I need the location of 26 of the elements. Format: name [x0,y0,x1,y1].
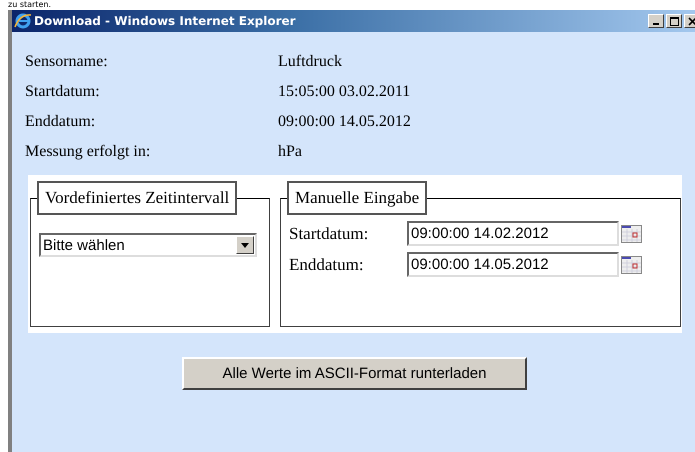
page-text: zu starten. [8,0,51,10]
info-value: Luftdruck [278,52,343,71]
date-field[interactable]: 09:00:00 14.02.2012 [407,221,619,246]
info-label: Enddatum: [25,112,96,131]
maximize-button[interactable] [666,14,682,28]
info-label: Sensorname: [25,52,109,71]
fieldset-legend: Manuelle Eingabe [287,181,428,215]
info-value: hPa [278,142,303,161]
fieldset-legend: Vordefiniertes Zeitintervall [37,181,238,215]
window-title: Download - Windows Internet Explorer [34,14,296,28]
info-label: Startdatum: [25,82,101,101]
info-value: 15:05:00 03.02.2011 [278,82,412,101]
browser-logo-icon [14,12,32,30]
minimize-button[interactable] [648,14,664,28]
calendar-icon[interactable] [621,224,642,242]
download-button[interactable]: Alle Werte im ASCII-Format runterladen [182,357,527,390]
info-label: Messung erfolgt in: [25,142,152,161]
info-value: 09:00:00 14.05.2012 [278,112,412,131]
maximize-icon [670,16,678,26]
field-label: Startdatum: [289,224,370,244]
date-field[interactable]: 09:00:00 14.05.2012 [407,252,619,277]
close-icon [688,16,695,26]
interval-dropdown[interactable]: Bitte wählen [39,233,257,257]
dropdown-arrow-icon [241,242,249,248]
calendar-icon[interactable] [621,256,642,274]
field-label: Enddatum: [289,254,365,274]
